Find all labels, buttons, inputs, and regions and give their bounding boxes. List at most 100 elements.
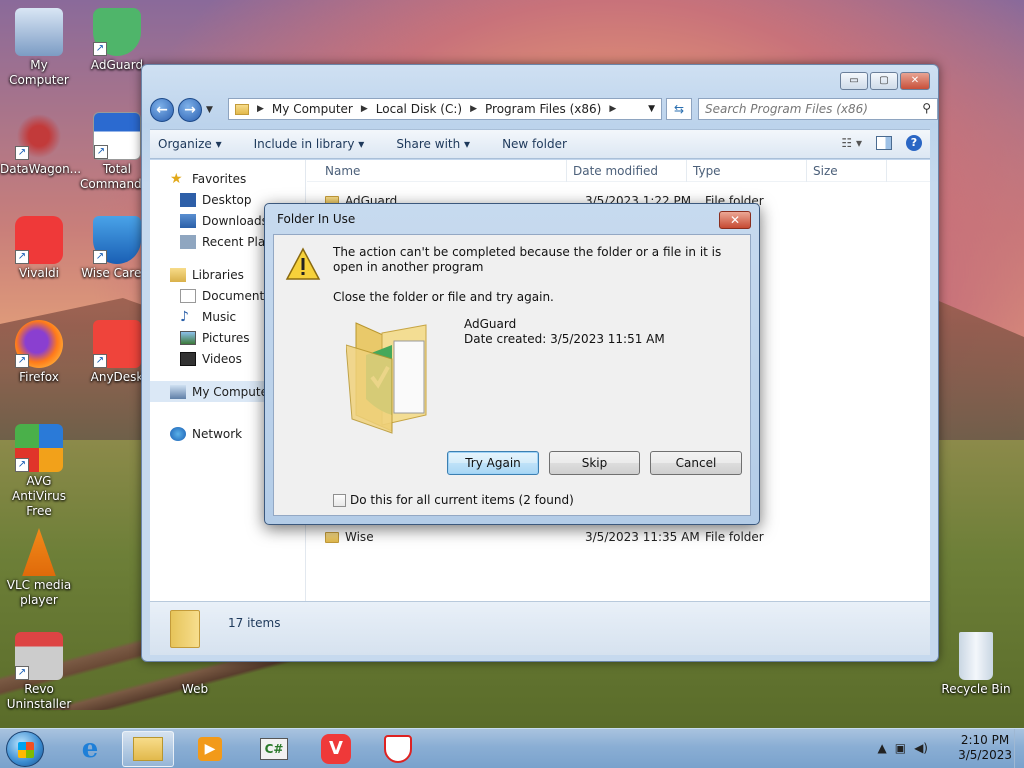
navigation-row: ← → ▼ ▶ My Computer ▶ Local Disk (C:) ▶ …	[150, 97, 938, 123]
dialog-title: Folder In Use	[277, 212, 356, 226]
show-desktop-button[interactable]	[1014, 729, 1024, 768]
network-status-icon[interactable]: ▣	[895, 741, 906, 755]
shortcut-arrow-icon: ↗	[94, 145, 108, 159]
start-button[interactable]	[6, 731, 44, 767]
taskbar-windows-explorer[interactable]	[122, 731, 174, 767]
anydesk-icon: ↗	[93, 320, 141, 368]
shortcut-arrow-icon: ↗	[15, 354, 29, 368]
command-bar: Organize ▾ Include in library ▾ Share wi…	[150, 129, 930, 159]
desktop-icon-recycle-bin[interactable]: Recycle Bin	[936, 632, 1016, 697]
column-name[interactable]: Name	[307, 159, 567, 182]
taskbar-media-player[interactable]: ▶	[184, 731, 236, 767]
view-controls: ☷ ▾ ?	[841, 135, 922, 151]
folder-large-icon	[170, 610, 200, 648]
shortcut-arrow-icon: ↗	[15, 146, 29, 160]
network-icon	[170, 426, 186, 441]
try-again-button[interactable]: Try Again	[447, 451, 539, 475]
desktop-icon-datawagon[interactable]: ↗ DataWagon...	[0, 112, 81, 177]
desktop-icon-web[interactable]: Web	[156, 664, 234, 697]
desktop-icon-avg[interactable]: ↗ AVG AntiVirus Free	[0, 424, 78, 519]
taskbar-csharp-editor[interactable]: C#	[248, 731, 300, 767]
address-bar[interactable]: ▶ My Computer ▶ Local Disk (C:) ▶ Progra…	[228, 98, 662, 120]
volume-icon[interactable]: ◀)	[914, 741, 928, 755]
refresh-button[interactable]: ⇆	[666, 98, 692, 120]
taskbar-internet-explorer[interactable]: e	[64, 731, 116, 767]
shortcut-arrow-icon: ↗	[93, 354, 107, 368]
breadcrumb-separator-icon[interactable]: ▶	[609, 104, 616, 114]
apply-to-all-checkbox[interactable]: Do this for all current items (2 found)	[333, 493, 574, 507]
shortcut-arrow-icon: ↗	[15, 666, 29, 680]
show-hidden-icons-icon[interactable]: ▲	[878, 741, 887, 755]
folder-icon	[325, 531, 339, 543]
revo-uninstaller-icon: ↗	[15, 632, 63, 680]
windows-logo-icon	[18, 742, 34, 758]
maximize-button[interactable]: ▢	[870, 72, 898, 90]
address-dropdown-icon[interactable]: ▼	[648, 104, 655, 114]
vivaldi-icon: ↗	[15, 216, 63, 264]
desktop-icon-revo[interactable]: ↗ Revo Uninstaller	[0, 632, 78, 712]
open-folder-icon	[346, 322, 427, 434]
desktop-icon-firefox[interactable]: ↗ Firefox	[0, 320, 78, 385]
share-with-button[interactable]: Share with ▾	[396, 137, 470, 151]
dialog-message: The action can't be completed because th…	[333, 245, 722, 274]
desktop-icon-my-computer[interactable]: My Computer	[0, 8, 78, 88]
cancel-button[interactable]: Cancel	[650, 451, 742, 475]
forward-button[interactable]: →	[178, 98, 202, 122]
checkbox-box[interactable]	[333, 493, 346, 507]
shortcut-arrow-icon: ↗	[15, 458, 29, 472]
csharp-icon: C#	[260, 738, 288, 760]
recycle-bin-icon	[959, 632, 993, 680]
clock-date: 3/5/2023	[958, 748, 1012, 762]
breadcrumb-separator-icon[interactable]: ▶	[470, 104, 477, 114]
column-date-modified[interactable]: Date modified	[567, 159, 687, 182]
file-name: AdGuard	[464, 317, 517, 331]
minimize-button[interactable]: ▭	[840, 72, 868, 90]
taskbar-shield-app[interactable]	[372, 731, 424, 767]
desktop-icon-vivaldi[interactable]: ↗ Vivaldi	[0, 216, 78, 281]
breadcrumb-program-files[interactable]: Program Files (x86)	[485, 102, 601, 116]
avg-icon: ↗	[15, 424, 63, 472]
computer-icon	[15, 8, 63, 56]
vlc-cone-icon	[22, 528, 56, 576]
star-icon: ★	[170, 170, 183, 187]
file-date-created: Date created: 3/5/2023 11:51 AM	[464, 332, 665, 346]
dialog-close-button[interactable]: ✕	[719, 211, 751, 229]
help-icon[interactable]: ?	[906, 135, 922, 151]
downloads-icon	[180, 213, 196, 228]
back-button[interactable]: ←	[150, 98, 174, 122]
shortcut-arrow-icon: ↗	[93, 250, 107, 264]
clock[interactable]: 2:10 PM 3/5/2023	[958, 733, 1012, 763]
organize-button[interactable]: Organize ▾	[158, 137, 222, 151]
item-count: 17 items	[228, 616, 281, 630]
skip-button[interactable]: Skip	[549, 451, 640, 475]
datawagon-icon: ↗	[15, 112, 63, 160]
column-headers: Name Date modified Type Size	[307, 159, 930, 182]
breadcrumb-separator-icon[interactable]: ▶	[361, 104, 368, 114]
computer-icon	[170, 384, 186, 399]
breadcrumb-my-computer[interactable]: My Computer	[272, 102, 353, 116]
change-view-icon[interactable]: ☷ ▾	[841, 136, 862, 150]
desktop-icon-vlc[interactable]: VLC media player	[0, 528, 78, 608]
window-caption-buttons: ▭ ▢ ✕	[840, 72, 930, 90]
column-size[interactable]: Size	[807, 159, 887, 182]
breadcrumb-separator-icon[interactable]: ▶	[257, 104, 264, 114]
preview-pane-icon[interactable]	[876, 136, 892, 150]
folder-icon	[235, 103, 249, 115]
wise-care-icon: ↗	[93, 216, 141, 264]
shortcut-arrow-icon: ↗	[93, 42, 107, 56]
new-folder-button[interactable]: New folder	[502, 137, 567, 151]
column-type[interactable]: Type	[687, 159, 807, 182]
taskbar-vivaldi[interactable]: V	[310, 731, 362, 767]
recent-pages-chevron-icon[interactable]: ▼	[206, 105, 213, 115]
breadcrumb-local-disk[interactable]: Local Disk (C:)	[376, 102, 462, 116]
libraries-icon	[170, 267, 186, 282]
search-icon[interactable]: ⚲	[922, 101, 931, 115]
include-in-library-button[interactable]: Include in library ▾	[254, 137, 365, 151]
adguard-shield-icon: ↗	[93, 8, 141, 56]
table-row[interactable]: Wise 3/5/2023 11:35 AM File folder	[307, 526, 930, 548]
nav-favorites[interactable]: ★ Favorites	[150, 168, 305, 189]
search-input[interactable]: Search Program Files (x86) ⚲	[698, 98, 938, 120]
taskbar: e ▶ C# V ▲ ▣ ◀) 2:10 PM 3/5/2023	[0, 728, 1024, 768]
close-button[interactable]: ✕	[900, 72, 930, 90]
media-player-icon: ▶	[198, 737, 222, 761]
